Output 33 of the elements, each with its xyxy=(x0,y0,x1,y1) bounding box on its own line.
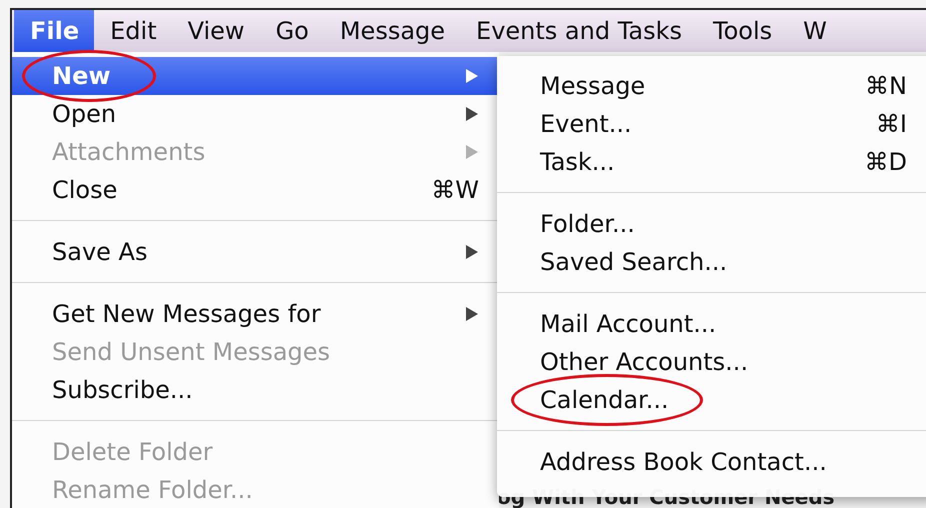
menu-item[interactable]: Event... ⌘I xyxy=(497,105,926,143)
shortcut-label: ⌘D xyxy=(864,148,907,176)
shortcut-label: ⌘W xyxy=(431,176,479,204)
shortcut-label: ⌘N xyxy=(865,72,907,100)
submenu-arrow-icon xyxy=(465,144,479,160)
shortcut-label: ⌘I xyxy=(876,110,907,138)
menu-bar-item[interactable]: Events and Tasks xyxy=(460,10,697,52)
menu-item[interactable]: Get New Messages for xyxy=(12,295,499,333)
menu-item[interactable]: Close ⌘W xyxy=(12,171,499,209)
menu-bar-item[interactable]: Go xyxy=(260,10,324,52)
submenu-arrow-icon xyxy=(465,68,479,84)
menu-item[interactable]: New xyxy=(12,57,499,95)
menu-bar-item[interactable]: Message xyxy=(324,10,460,52)
menu-bar-item[interactable]: W xyxy=(787,10,842,52)
background-text: og With Your Customer Needs xyxy=(497,487,835,508)
menu-item[interactable]: Task... ⌘D xyxy=(497,143,926,181)
menu-item[interactable]: Subscribe... xyxy=(12,371,499,409)
menu-bar-item[interactable]: View xyxy=(172,10,260,52)
menu-item[interactable]: Address Book Contact... xyxy=(497,443,926,481)
menu-bar-item[interactable]: Edit xyxy=(94,10,172,52)
submenu-arrow-icon xyxy=(465,306,479,322)
submenu-arrow-icon xyxy=(465,106,479,122)
menu-item[interactable]: Open xyxy=(12,95,499,133)
menu-bar-item[interactable]: Tools xyxy=(697,10,788,52)
menu-item[interactable]: Mail Account... xyxy=(497,305,926,343)
menu-bar-item[interactable]: File xyxy=(14,10,94,52)
menu-item[interactable]: Message ⌘N xyxy=(497,67,926,105)
menu-item[interactable]: Save As xyxy=(12,233,499,271)
menu-item[interactable]: Folder... xyxy=(497,205,926,243)
menu-item[interactable]: Saved Search... xyxy=(497,243,926,281)
menu-item[interactable]: Other Accounts... xyxy=(497,343,926,381)
menu-item[interactable]: Calendar... xyxy=(497,381,926,419)
submenu-arrow-icon xyxy=(465,244,479,260)
